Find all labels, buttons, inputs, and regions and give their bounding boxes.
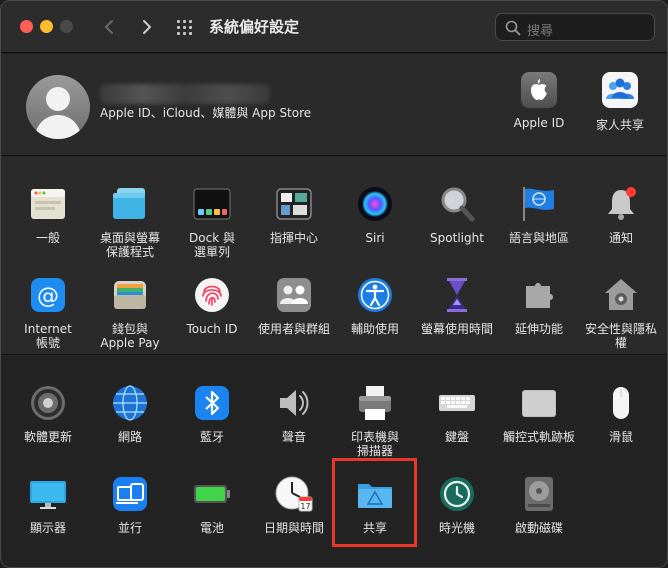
siri-icon xyxy=(356,185,394,223)
mission-control-icon xyxy=(275,185,313,223)
close-button[interactable] xyxy=(20,20,33,33)
search-icon xyxy=(505,20,521,36)
avatar[interactable] xyxy=(26,75,90,139)
displays-icon xyxy=(29,475,67,513)
screen-time-icon xyxy=(438,276,476,314)
pref-users-groups[interactable]: 使用者與群組 xyxy=(253,276,335,336)
pref-notifications[interactable]: 通知 xyxy=(580,185,662,245)
pref-sharing[interactable]: 共享 xyxy=(334,475,416,535)
window-title: 系統偏好設定 xyxy=(209,18,300,36)
internet-accounts-icon: @ xyxy=(29,276,67,314)
sound-icon xyxy=(275,384,313,422)
pref-wallet[interactable]: 錢包與 Apple Pay xyxy=(89,276,171,350)
network-icon xyxy=(111,384,149,422)
pref-sound[interactable]: 聲音 xyxy=(253,384,335,444)
pref-touch-id[interactable]: Touch ID xyxy=(171,276,253,336)
pref-internet-accounts[interactable]: @ Internet 帳號 xyxy=(7,276,89,350)
svg-text:@: @ xyxy=(37,284,59,309)
pref-screen-time[interactable]: 螢幕使用時間 xyxy=(416,276,498,336)
extensions-icon xyxy=(520,276,558,314)
calendar-day: 17 xyxy=(300,502,310,511)
chevron-right-icon xyxy=(143,20,151,34)
preferences-section-personal: 一般 桌面與螢幕 保護程式 Dock 與 選單列 指揮中心 Siri Spotl… xyxy=(1,157,667,355)
notifications-icon xyxy=(602,185,640,223)
show-all-grid-icon[interactable] xyxy=(175,18,195,36)
pref-trackpad[interactable]: 觸控式軌跡板 xyxy=(498,384,580,444)
apple-logo-icon xyxy=(521,72,557,108)
pref-displays[interactable]: 顯示器 xyxy=(7,475,89,535)
language-region-icon xyxy=(520,185,558,223)
system-preferences-window: 系統偏好設定 搜尋 Apple ID、iCloud、媒體與 App Store … xyxy=(0,0,668,568)
account-section: Apple ID、iCloud、媒體與 App Store Apple ID 家… xyxy=(1,54,667,156)
wallet-icon xyxy=(111,276,149,314)
pref-general[interactable]: 一般 xyxy=(7,185,89,245)
pref-printers-scanners[interactable]: 印表機與 掃描器 xyxy=(334,384,416,458)
pref-battery[interactable]: 電池 xyxy=(171,475,253,535)
pref-dock[interactable]: Dock 與 選單列 xyxy=(171,185,253,259)
battery-icon xyxy=(193,475,231,513)
touch-id-icon xyxy=(193,276,231,314)
printer-icon xyxy=(356,384,394,422)
search-field[interactable]: 搜尋 xyxy=(495,13,655,41)
dock-icon xyxy=(193,185,231,223)
title-bar: 系統偏好設定 搜尋 xyxy=(1,1,667,53)
software-update-icon xyxy=(29,384,67,422)
bluetooth-icon xyxy=(193,384,231,422)
blurred-user-name xyxy=(100,84,270,104)
sidecar-icon xyxy=(111,475,149,513)
spotlight-icon xyxy=(438,185,476,223)
time-machine-icon xyxy=(438,475,476,513)
account-subtitle[interactable]: Apple ID、iCloud、媒體與 App Store xyxy=(100,104,311,121)
pref-language-region[interactable]: 語言與地區 xyxy=(498,185,580,245)
preferences-section-hardware: 軟體更新 網路 藍牙 聲音 印表機與 掃描器 鍵盤 觸控式軌跡板 滑鼠 顯示器 … xyxy=(1,356,667,567)
back-button[interactable] xyxy=(97,15,121,39)
pref-spotlight[interactable]: Spotlight xyxy=(416,185,498,245)
users-groups-icon xyxy=(275,276,313,314)
pref-network[interactable]: 網路 xyxy=(89,384,171,444)
date-time-icon: 17 xyxy=(275,475,313,513)
keyboard-icon xyxy=(438,384,476,422)
sharing-icon xyxy=(356,475,394,513)
pref-apple-id[interactable]: Apple ID xyxy=(503,72,575,130)
pref-bluetooth[interactable]: 藍牙 xyxy=(171,384,253,444)
desktop-screensaver-icon xyxy=(111,185,149,223)
general-icon xyxy=(29,185,67,223)
pref-desktop-screensaver[interactable]: 桌面與螢幕 保護程式 xyxy=(89,185,171,259)
accessibility-icon xyxy=(356,276,394,314)
pref-sidecar[interactable]: 並行 xyxy=(89,475,171,535)
pref-date-time[interactable]: 17 日期與時間 xyxy=(253,475,335,535)
pref-software-update[interactable]: 軟體更新 xyxy=(7,384,89,444)
zoom-button[interactable] xyxy=(60,20,73,33)
chevron-left-icon xyxy=(105,20,113,34)
pref-siri[interactable]: Siri xyxy=(334,185,416,245)
mouse-icon xyxy=(602,384,640,422)
pref-mouse[interactable]: 滑鼠 xyxy=(580,384,662,444)
search-placeholder: 搜尋 xyxy=(527,24,554,39)
forward-button[interactable] xyxy=(135,15,159,39)
pref-security-privacy[interactable]: 安全性與隱私權 xyxy=(580,276,662,350)
trackpad-icon xyxy=(520,384,558,422)
pref-family-sharing[interactable]: 家人共享 xyxy=(584,72,656,133)
pref-extensions[interactable]: 延伸功能 xyxy=(498,276,580,336)
pref-mission-control[interactable]: 指揮中心 xyxy=(253,185,335,245)
pref-accessibility[interactable]: 輔助使用 xyxy=(334,276,416,336)
family-sharing-icon xyxy=(602,72,638,108)
pref-time-machine[interactable]: 時光機 xyxy=(416,475,498,535)
security-icon xyxy=(602,276,640,314)
pref-startup-disk[interactable]: 啟動磁碟 xyxy=(498,475,580,535)
minimize-button[interactable] xyxy=(40,20,53,33)
pref-keyboard[interactable]: 鍵盤 xyxy=(416,384,498,444)
startup-disk-icon xyxy=(520,475,558,513)
